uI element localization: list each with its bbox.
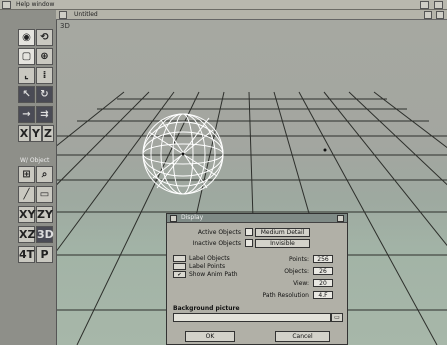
select-icon[interactable]: ⊞ xyxy=(18,166,35,183)
view-label: View: xyxy=(293,280,309,287)
spin-icon[interactable]: ↻ xyxy=(36,86,53,103)
file-requester-icon[interactable]: ▭ xyxy=(331,313,343,322)
active-objects-cycle-button[interactable]: Medium Detail xyxy=(255,228,310,237)
tool-palette: ◉ ⟲ ▢ ⊕ ⌞ ⁞ ↖ ↻ → ⇉ X Y Z W/ Object ⊞ ⌕ … xyxy=(0,10,57,345)
axis-x-button[interactable]: X xyxy=(18,125,30,142)
close-gadget-icon[interactable] xyxy=(2,1,11,9)
magnify-icon[interactable]: ⌕ xyxy=(36,166,53,183)
view-xy-button[interactable]: XY xyxy=(18,206,35,223)
points-field[interactable]: 256 xyxy=(313,255,333,263)
eye-icon[interactable]: ◉ xyxy=(18,29,35,46)
dialog-title: Display xyxy=(181,214,204,221)
box-icon[interactable]: ▢ xyxy=(18,48,35,65)
window-titlebar[interactable]: Help window xyxy=(0,0,447,10)
points-label: Points: xyxy=(288,256,309,263)
view-3d-button[interactable]: 3D xyxy=(36,226,54,243)
active-objects-label: Active Objects xyxy=(197,229,241,236)
path-resolution-field[interactable]: 4.F xyxy=(313,291,333,299)
label-objects-label: Label Objects xyxy=(189,255,230,262)
view-zoom-icon[interactable] xyxy=(436,11,444,19)
dialog-close-icon[interactable] xyxy=(170,215,177,222)
pointer-icon[interactable]: ↖ xyxy=(18,86,35,103)
zoom-gadget-icon[interactable] xyxy=(434,1,443,9)
grid-step-icon[interactable]: ⁞ xyxy=(36,67,53,84)
toolbar-caption: W/ Object xyxy=(20,157,50,164)
label-objects-checkbox[interactable] xyxy=(173,255,186,262)
snap-icon[interactable]: ⊕ xyxy=(36,48,53,65)
line-icon[interactable]: ╱ xyxy=(18,186,35,203)
ok-button[interactable]: OK xyxy=(185,331,235,342)
view-zy-button[interactable]: ZY xyxy=(36,206,53,223)
display-dialog-titlebar[interactable]: Display xyxy=(167,214,347,223)
objects-label: Objects: xyxy=(284,268,309,275)
label-points-label: Label Points xyxy=(189,263,226,270)
rotate-view-icon[interactable]: ⟲ xyxy=(36,29,53,46)
origin-point xyxy=(323,148,327,152)
inactive-objects-label: Inactive Objects xyxy=(192,240,241,247)
dialog-depth-icon[interactable] xyxy=(337,215,344,222)
depth-gadget-icon[interactable] xyxy=(420,1,429,9)
path-resolution-label: Path Resolution xyxy=(262,292,309,299)
view-depth-icon[interactable] xyxy=(424,11,432,19)
sphere-center-point xyxy=(181,152,185,156)
axis-z-button[interactable]: Z xyxy=(42,125,54,142)
corner-icon[interactable]: ⌞ xyxy=(18,67,35,84)
view-field[interactable]: 20 xyxy=(313,279,333,287)
inactive-objects-cycle-button[interactable]: Invisible xyxy=(255,239,310,248)
label-points-checkbox[interactable] xyxy=(173,263,186,270)
view-close-icon[interactable] xyxy=(59,11,67,19)
frame-icon[interactable]: ▭ xyxy=(36,186,53,203)
objects-field[interactable]: 26 xyxy=(313,267,333,275)
active-objects-cycle-icon[interactable] xyxy=(245,228,253,236)
show-anim-path-label: Show Anim Path xyxy=(189,271,238,278)
inactive-objects-cycle-icon[interactable] xyxy=(245,239,253,247)
move-fast-icon[interactable]: ⇉ xyxy=(36,106,53,123)
perspective-button[interactable]: P xyxy=(36,246,53,263)
background-picture-input[interactable] xyxy=(173,313,331,322)
view-window-title: Untitled xyxy=(74,11,98,18)
background-picture-label: Background picture xyxy=(173,305,240,312)
move-right-icon[interactable]: → xyxy=(18,106,35,123)
cancel-button[interactable]: Cancel xyxy=(275,331,330,342)
show-anim-path-checkbox[interactable]: ✔ xyxy=(173,271,186,278)
axis-y-button[interactable]: Y xyxy=(30,125,42,142)
view-xz-button[interactable]: XZ xyxy=(18,226,35,243)
viewport-mode-label: 3D xyxy=(60,22,70,30)
display-dialog: Display Active Objects Medium Detail Ina… xyxy=(166,213,348,345)
view-window-titlebar[interactable]: Untitled xyxy=(56,10,447,20)
four-views-button[interactable]: 4T xyxy=(18,246,35,263)
window-title: Help window xyxy=(16,1,55,8)
